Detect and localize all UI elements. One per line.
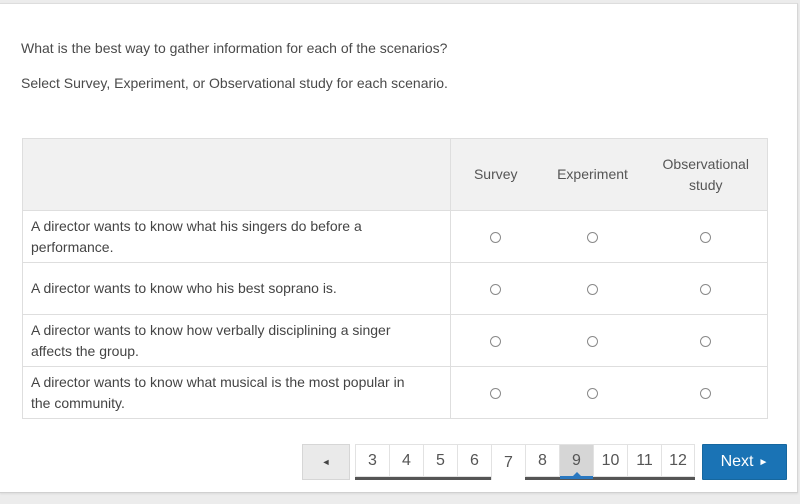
right-triangle-icon: ► (758, 456, 769, 468)
table-row: A director wants to know how verbally di… (22, 314, 768, 367)
scenario-text: A director wants to know who his best so… (22, 262, 451, 315)
page-button[interactable]: 12 (661, 444, 695, 477)
radio-survey[interactable] (490, 232, 502, 244)
question-panel: What is the best way to gather informati… (0, 3, 798, 493)
scenario-text: A director wants to know what his singer… (22, 210, 451, 263)
matrix-header-row: Survey Experiment Observational study (22, 138, 768, 211)
radio-observational-study[interactable] (700, 388, 712, 400)
column-header-experiment: Experiment (540, 138, 645, 211)
radio-observational-study[interactable] (700, 284, 712, 296)
radio-experiment[interactable] (587, 336, 598, 348)
table-row: A director wants to know what musical is… (22, 366, 768, 419)
response-matrix: Survey Experiment Observational study A d… (22, 138, 768, 419)
header-blank-cell (22, 138, 451, 211)
table-row: A director wants to know what his singer… (22, 210, 768, 263)
page-button[interactable]: 10 (593, 444, 627, 477)
radio-experiment[interactable] (587, 284, 598, 296)
page-button[interactable]: 7 (491, 444, 525, 480)
question-prompt: What is the best way to gather informati… (21, 40, 448, 56)
previous-button[interactable]: ◄ (302, 444, 350, 480)
scenario-text: A director wants to know how verbally di… (22, 314, 451, 367)
next-label: Next (720, 453, 754, 470)
page-button[interactable]: 11 (627, 444, 661, 477)
column-header-survey: Survey (450, 138, 541, 211)
radio-experiment[interactable] (587, 388, 598, 400)
page-button[interactable]: 5 (423, 444, 457, 477)
radio-observational-study[interactable] (700, 336, 712, 348)
pagination: ◄ 3 4 5 6 7 8 9 10 11 12 Next ► (302, 444, 787, 480)
radio-survey[interactable] (490, 336, 502, 348)
question-instruction: Select Survey, Experiment, or Observatio… (21, 75, 448, 91)
table-row: A director wants to know who his best so… (22, 262, 768, 315)
page-button[interactable]: 4 (389, 444, 423, 477)
column-header-observational-study: Observational study (644, 138, 768, 211)
radio-survey[interactable] (490, 388, 502, 400)
radio-survey[interactable] (490, 284, 502, 296)
radio-observational-study[interactable] (700, 232, 712, 244)
scenario-text: A director wants to know what musical is… (22, 366, 451, 419)
left-triangle-icon: ◄ (321, 457, 331, 467)
radio-experiment[interactable] (587, 232, 598, 244)
page-button[interactable]: 3 (355, 444, 389, 477)
page-button[interactable]: 6 (457, 444, 491, 477)
page-list: 3 4 5 6 7 8 9 10 11 12 (355, 444, 695, 480)
page-button-current[interactable]: 9 (559, 444, 593, 479)
next-button[interactable]: Next ► (702, 444, 787, 480)
page-button[interactable]: 8 (525, 444, 559, 477)
